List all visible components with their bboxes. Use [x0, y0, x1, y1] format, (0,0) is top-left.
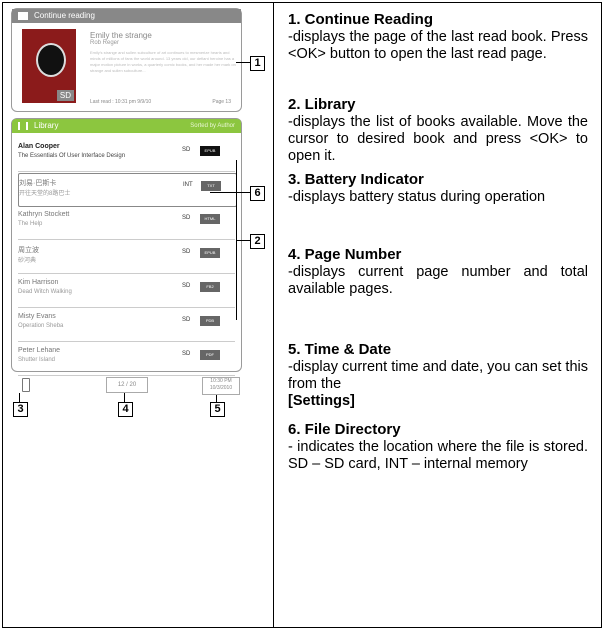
book-row-subtitle: The Help	[18, 221, 43, 227]
date-text: 10/3/2010	[209, 385, 233, 391]
section-title: 5. Time & Date	[288, 341, 392, 358]
description-section: 1. Continue Reading -displays the page of…	[288, 10, 588, 63]
book-row[interactable]: Misty Evans Operation Sheba SD PDB	[18, 309, 235, 342]
book-row-format-badge: EPUB	[200, 146, 220, 156]
book-cover: SD	[22, 29, 76, 103]
time-date-indicator: 10:30 PM 10/3/2010	[202, 377, 240, 395]
library-header: Library Sorted by Author	[12, 119, 241, 133]
section-body-text: -displays battery status during operatio…	[288, 189, 546, 205]
book-row-title: Kim Harrison	[18, 279, 59, 286]
callout-leader-4	[124, 393, 125, 402]
continue-reading-panel: Continue reading SD Emily the strange Ro…	[11, 8, 242, 112]
book-row-format-badge: PDB	[200, 316, 220, 326]
book-row-title: 周立波	[18, 247, 39, 254]
book-row-location: SD	[182, 147, 191, 153]
book-blurb: Emily's strange and sullen subculture of…	[90, 50, 236, 73]
book-title: Emily the strange	[90, 31, 152, 40]
book-row-subtitle: The Essentials Of User Interface Design	[18, 153, 126, 159]
section-title: 3. Battery Indicator	[288, 171, 424, 188]
cover-art	[36, 43, 66, 77]
section-body-text: -displays the list of books available. M…	[288, 114, 588, 164]
section-body: -displays the page of the last read book…	[288, 29, 588, 63]
book-row-format-badge: HTML	[200, 214, 220, 224]
time-text: 10:30 PM	[210, 378, 232, 384]
description-section: 5. Time & Date -display current time and …	[288, 340, 588, 410]
book-row-subtitle: 开往天堂的8路巴士	[19, 191, 71, 197]
battery-icon	[22, 378, 30, 392]
section-body-text: -display current time and date, you can …	[288, 359, 588, 392]
book-row[interactable]: 刘易·巴斯卡开往天堂的8路巴士 INT TXT	[18, 173, 237, 207]
section-body: -displays the list of books available. M…	[288, 114, 588, 165]
description-section: 6. File Directory - indicates the locatio…	[288, 420, 588, 473]
book-row-title: Misty Evans	[18, 313, 56, 320]
book-row-format-badge: PDF	[200, 350, 220, 360]
section-body: -display current time and date, you can …	[288, 359, 588, 410]
device-screen-illustration: Continue reading SD Emily the strange Ro…	[8, 8, 244, 403]
cover-location-badge: SD	[56, 90, 74, 101]
callout-leader-5	[216, 395, 217, 402]
section-title: 1. Continue Reading	[288, 11, 434, 28]
book-row[interactable]: Kim Harrison Dead Witch Walking SD FB2	[18, 275, 235, 308]
book-row[interactable]: Kathryn Stockett The Help SD HTML	[18, 207, 235, 240]
section-title: 6. File Directory	[288, 421, 401, 438]
book-row-location: SD	[182, 317, 191, 323]
book-row-location: SD	[182, 283, 191, 289]
description-section: 4. Page Number -displays current page num…	[288, 245, 588, 298]
section-body-text: -displays current page number and total …	[288, 264, 588, 297]
continue-reading-header: Continue reading	[12, 9, 241, 23]
book-row-title: Kathryn Stockett	[18, 211, 70, 218]
section-body: - indicates the location where the file …	[288, 439, 588, 473]
book-icon	[18, 12, 28, 20]
book-row-location: SD	[182, 215, 191, 221]
callout-leader-3	[19, 393, 20, 402]
book-row-location: SD	[182, 249, 191, 255]
book-author: Rob Reger	[90, 40, 120, 46]
library-icon	[18, 122, 28, 130]
book-row-subtitle: 砂河典	[18, 258, 37, 264]
book-row-title: Alan Cooper	[18, 143, 60, 150]
book-row[interactable]: Alan Cooper The Essentials Of User Interf…	[18, 139, 235, 172]
callout-5: 5	[210, 402, 225, 417]
callout-6: 6	[250, 186, 265, 201]
section-body-text: - indicates the location where the file …	[288, 439, 588, 472]
book-row-format-badge: FB2	[200, 282, 220, 292]
library-panel: Library Sorted by Author Alan Cooper The …	[11, 118, 242, 376]
continue-reading-label: Continue reading	[34, 11, 95, 20]
callout-leader-2	[236, 240, 250, 241]
section-title: 4. Page Number	[288, 246, 402, 263]
last-read-page: Page 13	[212, 99, 231, 105]
section-body-text: -displays the page of the last read book…	[288, 29, 588, 62]
book-row-subtitle: Dead Witch Walking	[18, 289, 72, 295]
callout-3: 3	[13, 402, 28, 417]
callout-leader-6	[210, 192, 250, 193]
callout-2: 2	[250, 234, 265, 249]
last-read-time: Last read : 10:31 pm 9/9/10	[90, 99, 152, 105]
book-row-title: 刘易·巴斯卡	[19, 180, 57, 187]
library-label: Library	[34, 121, 59, 130]
book-row-format-badge: EPUB	[200, 248, 220, 258]
section-body: -displays current page number and total …	[288, 264, 588, 298]
section-body: -displays battery status during operatio…	[288, 189, 588, 206]
description-section: 2. Library -displays the list of books av…	[288, 95, 588, 165]
description-section: 3. Battery Indicator -displays battery st…	[288, 170, 588, 206]
book-row-location: SD	[182, 351, 191, 357]
book-row[interactable]: Peter Lehane Shutter Island SD PDF	[18, 343, 235, 376]
callout-1: 1	[250, 56, 265, 71]
book-row-format-badge: TXT	[201, 181, 221, 191]
callout-4: 4	[118, 402, 133, 417]
book-row-subtitle: Shutter Island	[18, 357, 56, 363]
section-title: 2. Library	[288, 96, 356, 113]
book-row-location: INT	[183, 182, 193, 188]
book-row[interactable]: 周立波砂河典 SD EPUB	[18, 241, 235, 274]
column-divider	[273, 2, 274, 628]
sort-label: Sorted by Author	[190, 123, 235, 129]
page-indicator: 12 / 20	[106, 377, 148, 393]
callout-leader-1	[236, 62, 250, 63]
section-body-emphasis: [Settings]	[288, 393, 355, 409]
book-row-title: Peter Lehane	[18, 347, 61, 354]
book-row-subtitle: Operation Sheba	[18, 323, 64, 329]
